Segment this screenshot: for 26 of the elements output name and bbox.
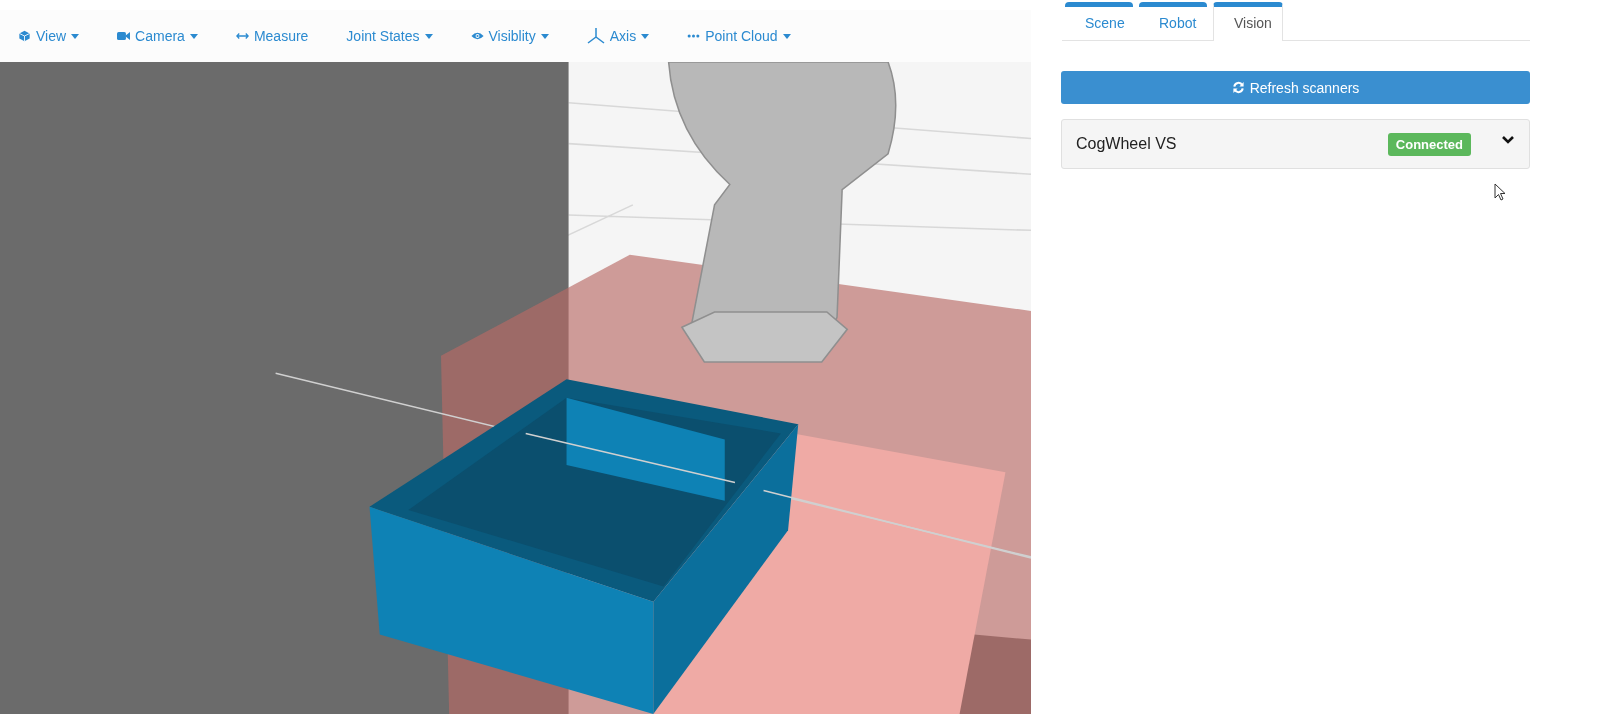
toolbar-menu-button[interactable]: Joint States — [338, 24, 441, 48]
status-badge: Connected — [1387, 132, 1471, 156]
scanner-name: CogWheel VS — [1076, 135, 1178, 153]
mouse-cursor-icon — [1494, 183, 1506, 201]
toolbar-menu-button[interactable]: Point Cloud — [679, 24, 799, 48]
chevron-icon[interactable] — [1501, 135, 1515, 145]
toolbar-menu-button[interactable]: Camera — [109, 24, 206, 48]
horizontal-arrows-icon — [235, 30, 249, 42]
cube-icon — [18, 30, 31, 42]
caret-icon — [424, 33, 433, 39]
caret-icon — [641, 33, 650, 39]
refresh-icon — [1231, 81, 1245, 94]
tab[interactable]: Vision — [1213, 2, 1283, 41]
toolbar-menu-button[interactable]: Axis — [578, 23, 658, 49]
toolbar-menu-button[interactable]: Measure — [227, 24, 317, 48]
axis-icon — [586, 27, 605, 45]
refresh-scanners-button[interactable]: Refresh scanners — [1061, 71, 1530, 104]
caret-icon — [540, 33, 549, 39]
toolbar-menu-button[interactable]: Visiblity — [462, 24, 557, 48]
caret-icon — [782, 33, 791, 39]
scanner-panel[interactable]: CogWheel VS Connected — [1061, 119, 1530, 169]
caret-icon — [189, 33, 198, 39]
caret-icon — [71, 33, 80, 39]
eye-icon — [470, 30, 484, 42]
video-camera-icon — [117, 30, 131, 42]
toolbar-menu-button[interactable]: View — [10, 24, 88, 48]
